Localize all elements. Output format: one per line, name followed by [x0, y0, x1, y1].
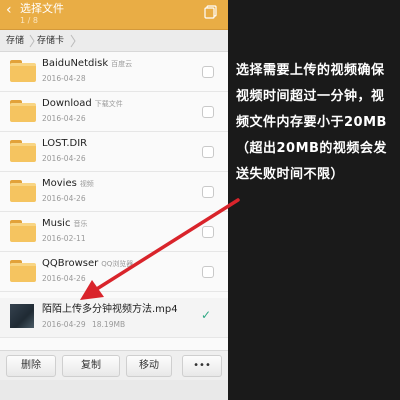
folder-icon	[10, 180, 36, 202]
action-bar: 删除 复制 移动 •••	[0, 350, 228, 380]
instruction-caption: 选择需要上传的视频确保视频时间超过一分钟，视频文件内存要小于20MB（超出20M…	[236, 63, 387, 182]
folder-icon	[10, 60, 36, 82]
list-item[interactable]: Movies 视频 2016-04-26	[0, 172, 228, 212]
chevron-left-icon[interactable]: ‹	[6, 2, 20, 18]
file-name: BaiduNetdisk 百度云	[42, 58, 133, 69]
file-date: 2016-04-29	[42, 320, 86, 329]
file-date: 2016-04-26	[42, 194, 86, 203]
file-tag: 百度云	[111, 60, 133, 68]
list-item[interactable]: Download 下载文件 2016-04-26	[0, 92, 228, 132]
select-checkbox[interactable]	[202, 186, 214, 198]
more-button[interactable]: •••	[182, 355, 222, 377]
list-item[interactable]: LOST.DIR 2016-04-26	[0, 132, 228, 172]
file-date: 2016-02-11	[42, 234, 86, 243]
file-size: 18.19MB	[92, 320, 126, 329]
file-name: Music 音乐	[42, 218, 88, 229]
file-name: Download 下载文件	[42, 98, 123, 109]
file-tag: 视频	[79, 180, 94, 188]
delete-button[interactable]: 删除	[6, 355, 56, 377]
file-tag: 下载文件	[94, 100, 123, 108]
folder-icon	[10, 100, 36, 122]
file-date: 2016-04-28	[42, 74, 86, 83]
file-picker-screen: ‹ 选择文件 1 / 8 存储 存储卡 BaiduNetdisk 百度云 2016…	[0, 0, 228, 400]
file-name: LOST.DIR	[42, 138, 88, 149]
list-item[interactable]: QQBrowser QQ浏览器 2016-04-26	[0, 252, 228, 292]
page-counter: 1 / 8	[20, 16, 38, 25]
select-checkbox[interactable]	[202, 106, 214, 118]
file-name: QQBrowser QQ浏览器	[42, 258, 134, 269]
breadcrumb: 存储 存储卡	[0, 30, 228, 52]
select-checkbox[interactable]	[202, 146, 214, 158]
move-button[interactable]: 移动	[126, 355, 172, 377]
copy-button[interactable]: 复制	[62, 355, 120, 377]
select-checkbox[interactable]	[202, 266, 214, 278]
list-item-selected-video[interactable]: 陌陌上传多分钟视频方法.mp4 2016-04-29 18.19MB ✓	[0, 298, 228, 338]
folder-icon	[10, 260, 36, 282]
list-item[interactable]: BaiduNetdisk 百度云 2016-04-28	[0, 52, 228, 92]
page-title: 选择文件	[20, 2, 64, 15]
folder-icon	[10, 220, 36, 242]
checkmark-icon[interactable]: ✓	[201, 308, 215, 322]
folder-icon	[10, 140, 36, 162]
select-checkbox[interactable]	[202, 66, 214, 78]
file-date: 2016-04-26	[42, 114, 86, 123]
breadcrumb-separator-icon	[70, 34, 76, 48]
breadcrumb-storage[interactable]: 存储	[6, 34, 24, 48]
title-bar: ‹ 选择文件 1 / 8	[0, 0, 228, 30]
file-tag: 音乐	[73, 220, 88, 228]
breadcrumb-sdcard[interactable]: 存储卡	[37, 34, 64, 48]
file-tag: QQ浏览器	[101, 260, 134, 268]
breadcrumb-separator-icon	[29, 34, 35, 48]
file-date: 2016-04-26	[42, 154, 86, 163]
list-item[interactable]: Music 音乐 2016-02-11	[0, 212, 228, 252]
bottom-strip	[0, 380, 228, 400]
file-name: Movies 视频	[42, 178, 94, 189]
file-list: BaiduNetdisk 百度云 2016-04-28 Download 下载文件 …	[0, 52, 228, 350]
video-thumbnail	[10, 304, 34, 328]
file-date: 2016-04-26	[42, 274, 86, 283]
file-name: 陌陌上传多分钟视频方法.mp4	[42, 304, 178, 315]
copy-icon[interactable]	[204, 5, 218, 19]
select-checkbox[interactable]	[202, 226, 214, 238]
